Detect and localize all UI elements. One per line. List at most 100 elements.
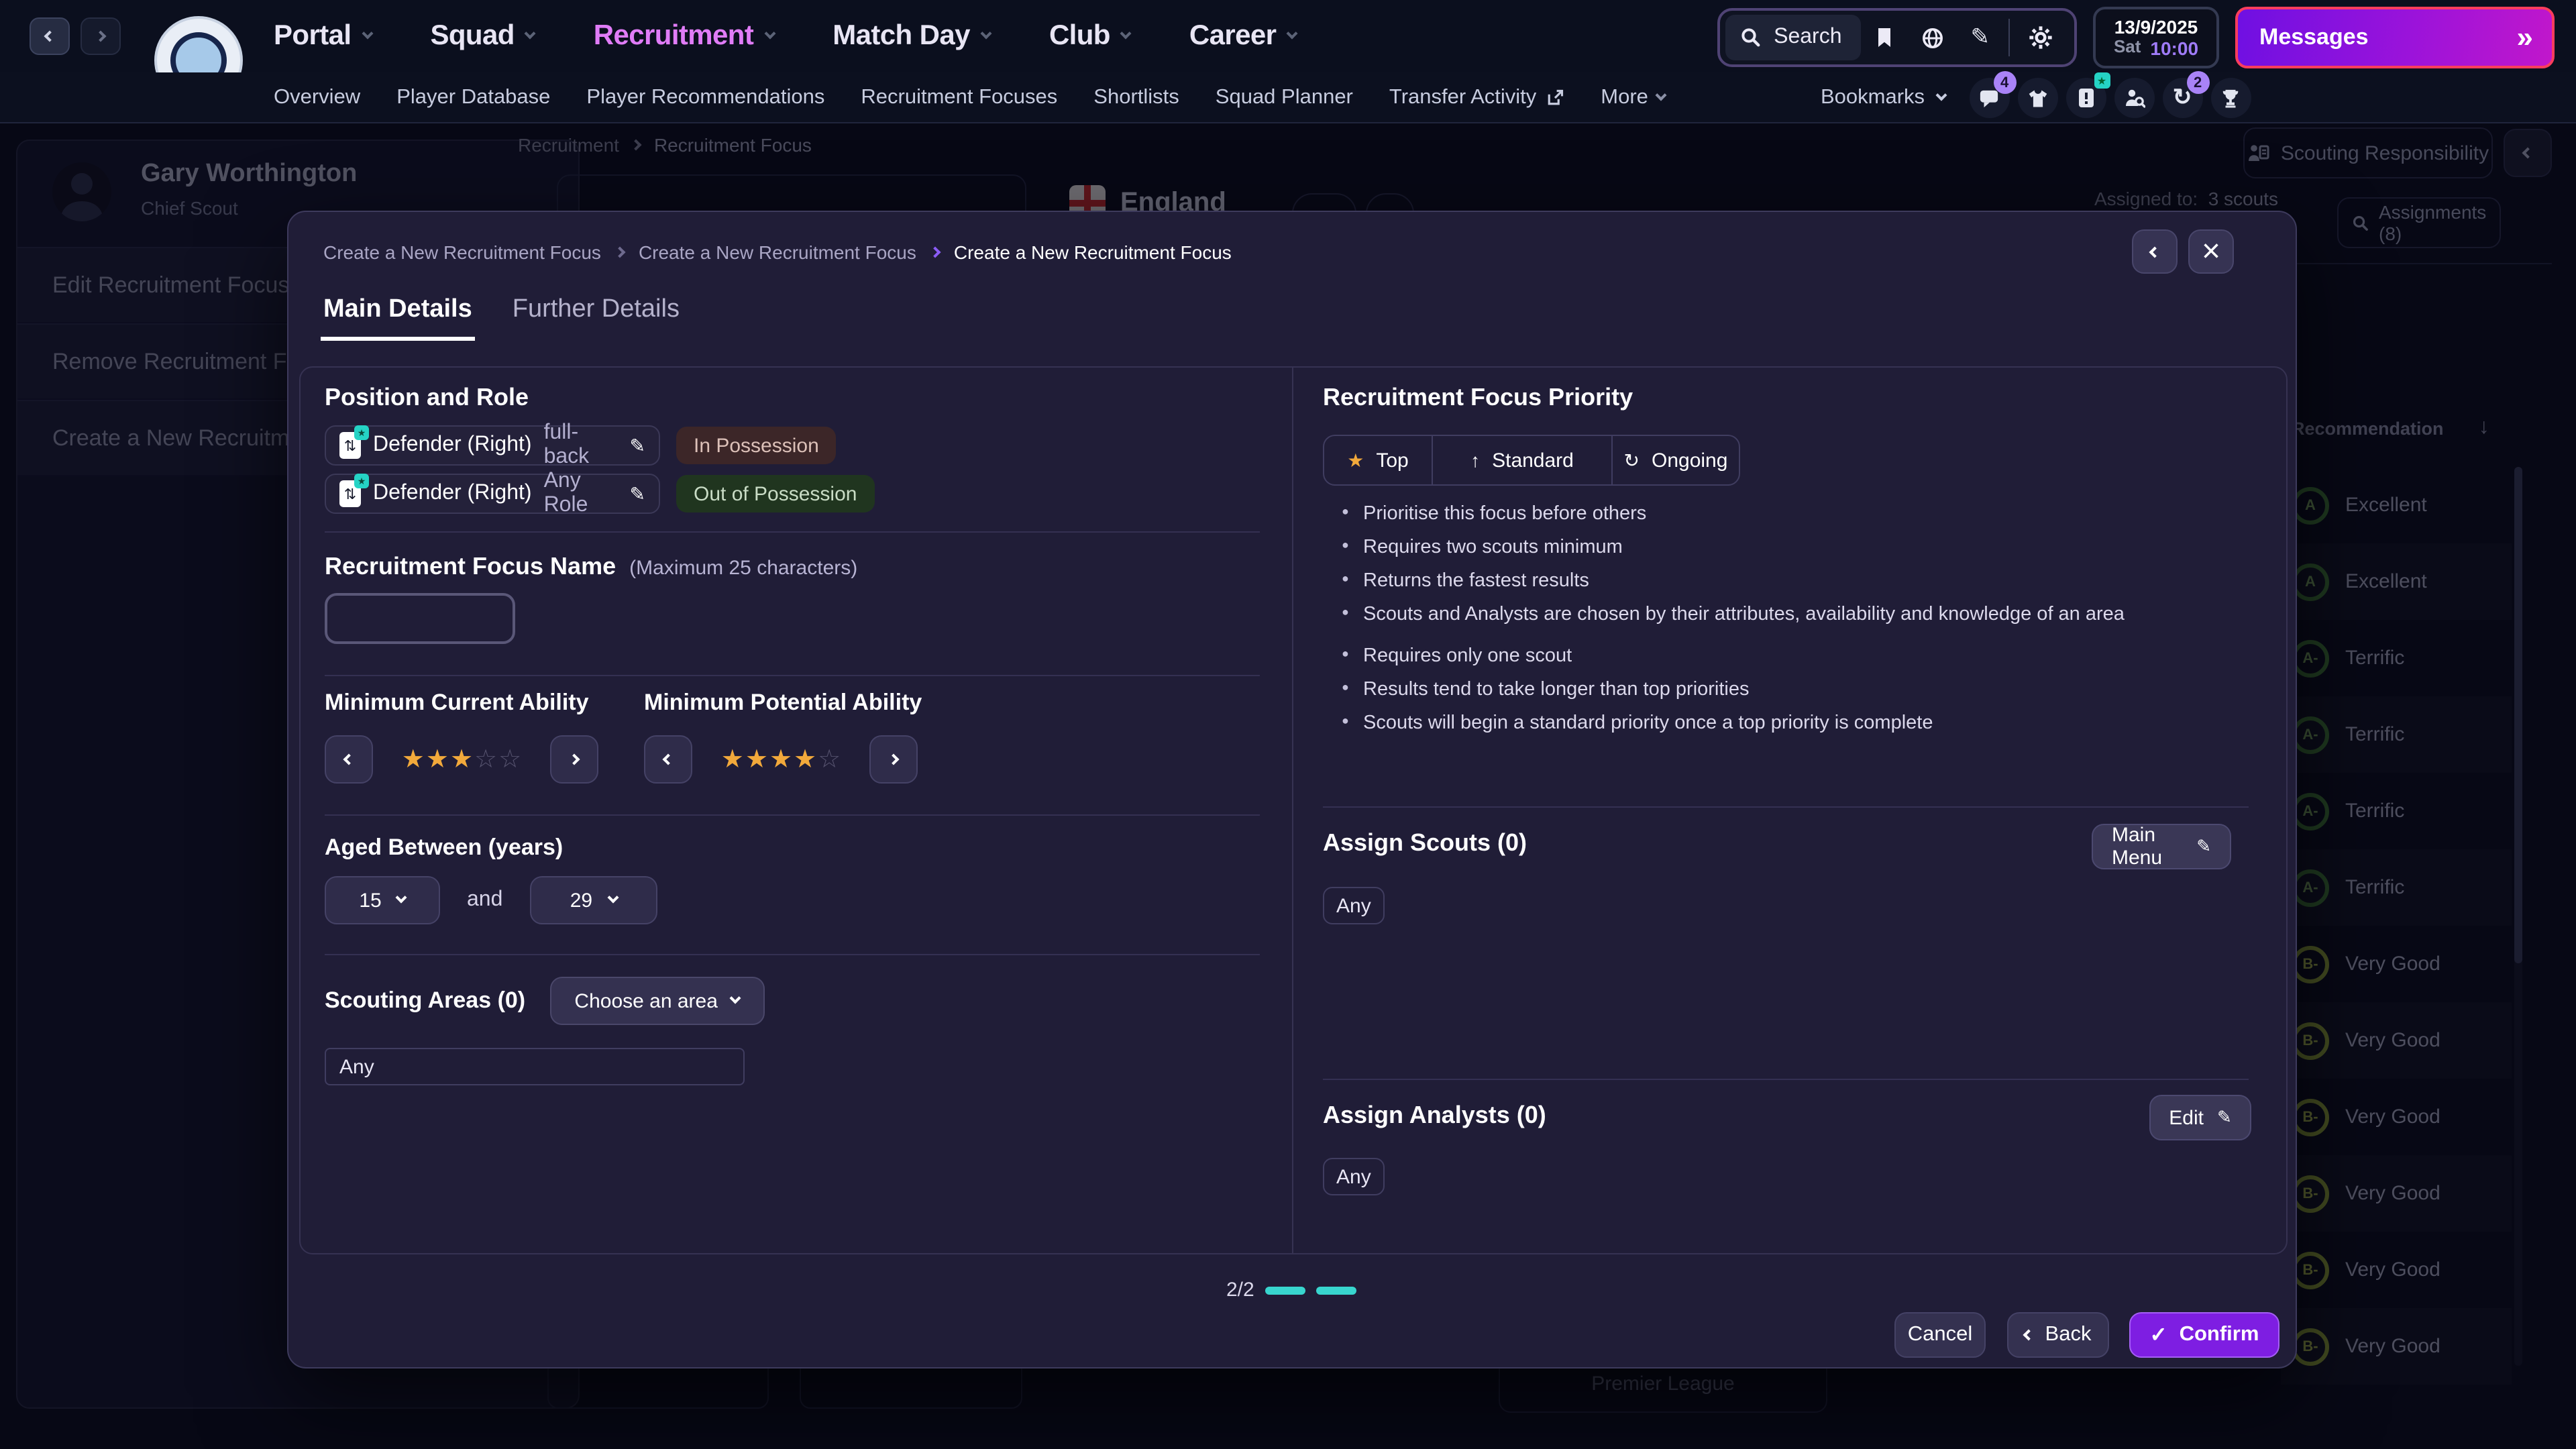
subnav-recruitment-focuses[interactable]: Recruitment Focuses: [861, 86, 1057, 110]
chevron-down-icon: [1935, 90, 1947, 101]
tab-further-details[interactable]: Further Details: [513, 295, 680, 341]
modal-breadcrumb: Create a New Recruitment Focus Create a …: [323, 241, 1232, 263]
age-from-select[interactable]: 15: [325, 876, 440, 924]
pencil-icon[interactable]: ✎: [630, 482, 645, 505]
focus-name-hint: (Maximum 25 characters): [629, 557, 857, 580]
squad-shirt-icon[interactable]: [2017, 78, 2057, 118]
assign-analysts-label: Assign Analysts (0): [1323, 1102, 1546, 1130]
chevron-left-icon: [2023, 1330, 2035, 1341]
search-label: Search: [1774, 25, 1841, 50]
increase-potential-ability-button[interactable]: [869, 735, 918, 784]
assign-analysts-value: Any: [1323, 1158, 1385, 1195]
pencil-icon[interactable]: ✎: [630, 434, 645, 457]
position-card-icon: ⇅★: [339, 480, 361, 507]
gear-icon[interactable]: [2015, 25, 2066, 50]
bookmark-icon[interactable]: [1861, 27, 1908, 48]
phase-badge-in-possession: In Possession: [676, 427, 837, 464]
sync-icon[interactable]: ↻ 2: [2162, 78, 2202, 118]
pencil-icon: ✎: [2217, 1107, 2232, 1128]
divider: [325, 954, 1260, 955]
trophy-icon[interactable]: [2210, 78, 2251, 118]
history-back-button[interactable]: [30, 17, 70, 55]
globe-icon[interactable]: [1908, 26, 1957, 49]
day-value: Sat: [2114, 38, 2141, 59]
focus-name-title: Recruitment Focus Name (Maximum 25 chara…: [325, 553, 857, 581]
modal-close-button[interactable]: ×: [2188, 229, 2234, 274]
star-filled-icon: ★: [794, 744, 816, 775]
game-date[interactable]: 13/9/2025 Sat10:00: [2093, 7, 2219, 68]
confirm-button[interactable]: ✓ Confirm: [2129, 1312, 2279, 1358]
bookmarks-label: Bookmarks: [1821, 86, 1925, 110]
decrease-potential-ability-button[interactable]: [644, 735, 692, 784]
subnav-player-database[interactable]: Player Database: [396, 86, 550, 110]
bookmarks-dropdown[interactable]: Bookmarks: [1821, 86, 1945, 110]
star-empty-icon: ☆: [474, 744, 497, 775]
focus-name-input[interactable]: [325, 593, 515, 644]
inbox-badge: 4: [1993, 71, 2016, 94]
priority-bullets-primary: Prioritise this focus before othersRequi…: [1342, 504, 2270, 639]
assign-analysts-edit-button[interactable]: Edit ✎: [2149, 1095, 2251, 1140]
divider: [325, 675, 1260, 676]
nav-match-day[interactable]: Match Day: [833, 20, 990, 52]
subnav-more[interactable]: More: [1601, 86, 1666, 110]
position-role-selector[interactable]: ⇅★ Defender (Right) Any Role ✎: [325, 474, 660, 514]
cancel-button[interactable]: Cancel: [1894, 1312, 1986, 1358]
subnav-overview[interactable]: Overview: [274, 86, 360, 110]
tab-main-details[interactable]: Main Details: [323, 295, 472, 341]
position-card-icon: ⇅★: [339, 432, 361, 459]
min-current-ability-label: Minimum Current Ability: [325, 690, 589, 716]
title-bar: Portal Squad Recruitment Match Day Club Caree…: [0, 0, 2576, 72]
assign-scouts-edit-button[interactable]: Main Menu ✎: [2092, 824, 2231, 869]
increase-current-ability-button[interactable]: [550, 735, 598, 784]
priority-bullet: Requires two scouts minimum: [1342, 538, 2270, 557]
nav-squad[interactable]: Squad: [430, 20, 534, 52]
nav-club[interactable]: Club: [1049, 20, 1130, 52]
subnav-shortlists[interactable]: Shortlists: [1093, 86, 1179, 110]
chevron-left-icon: [2149, 246, 2161, 258]
nav-recruitment[interactable]: Recruitment: [594, 20, 773, 52]
subnav-transfer-activity[interactable]: Transfer Activity: [1389, 86, 1564, 110]
modal-back-button[interactable]: [2132, 229, 2178, 274]
divider: [325, 531, 1260, 533]
role-label: Any Role: [544, 470, 618, 518]
nav-career[interactable]: Career: [1189, 20, 1297, 52]
star-filled-icon: ★: [426, 744, 449, 775]
subnav-player-recommendations[interactable]: Player Recommendations: [586, 86, 824, 110]
pencil-icon[interactable]: ✎: [1957, 24, 2004, 51]
potential-ability-stars: ★★★★☆: [706, 744, 856, 775]
position-role-selector[interactable]: ⇅★ Defender (Right) full-back ✎: [325, 425, 660, 466]
divider: [1323, 1079, 2249, 1080]
chevron-down-icon: [1120, 28, 1132, 40]
chevron-left-icon: [44, 31, 56, 42]
pencil-icon: ✎: [2196, 836, 2211, 857]
chevron-right-icon: [614, 247, 625, 258]
check-icon: ✓: [2150, 1322, 2167, 1348]
inbox-icon[interactable]: 4: [1969, 78, 2009, 118]
subnav-squad-planner[interactable]: Squad Planner: [1216, 86, 1353, 110]
time-value: 10:00: [2150, 38, 2198, 59]
messages-button[interactable]: Messages »: [2235, 7, 2555, 68]
create-recruitment-focus-modal: Create a New Recruitment Focus Create a …: [287, 211, 2297, 1368]
choose-area-button[interactable]: Choose an area: [549, 977, 764, 1025]
history-forward-button[interactable]: [80, 17, 121, 55]
age-to-select[interactable]: 29: [529, 876, 657, 924]
chevron-down-icon: [396, 892, 407, 904]
nav-portal[interactable]: Portal: [274, 20, 371, 52]
aged-conjunction: and: [467, 888, 502, 912]
priority-bullet: Results tend to take longer than top pri…: [1342, 680, 2270, 700]
priority-option-ongoing[interactable]: ↻ Ongoing: [1611, 436, 1739, 484]
back-button[interactable]: Back: [2007, 1312, 2109, 1358]
modal-content-card: Position and Role ⇅★ Defender (Right) fu…: [299, 366, 2288, 1254]
decrease-current-ability-button[interactable]: [325, 735, 373, 784]
search-input[interactable]: Search: [1725, 15, 1860, 60]
chevron-down-icon: [1656, 90, 1667, 101]
priority-option-top[interactable]: ★ Top: [1324, 436, 1432, 484]
scouting-icon[interactable]: [2114, 78, 2154, 118]
priority-option-standard[interactable]: ↑ Standard: [1432, 436, 1611, 484]
position-role-row: ⇅★ Defender (Right) Any Role ✎ Out of Po…: [325, 474, 874, 514]
player-card-icon[interactable]: ★: [2065, 78, 2106, 118]
position-label: Defender (Right): [373, 482, 532, 506]
progress-step: [1265, 1286, 1305, 1294]
up-arrow-icon: ↑: [1470, 449, 1480, 471]
chevron-down-icon: [362, 28, 373, 40]
